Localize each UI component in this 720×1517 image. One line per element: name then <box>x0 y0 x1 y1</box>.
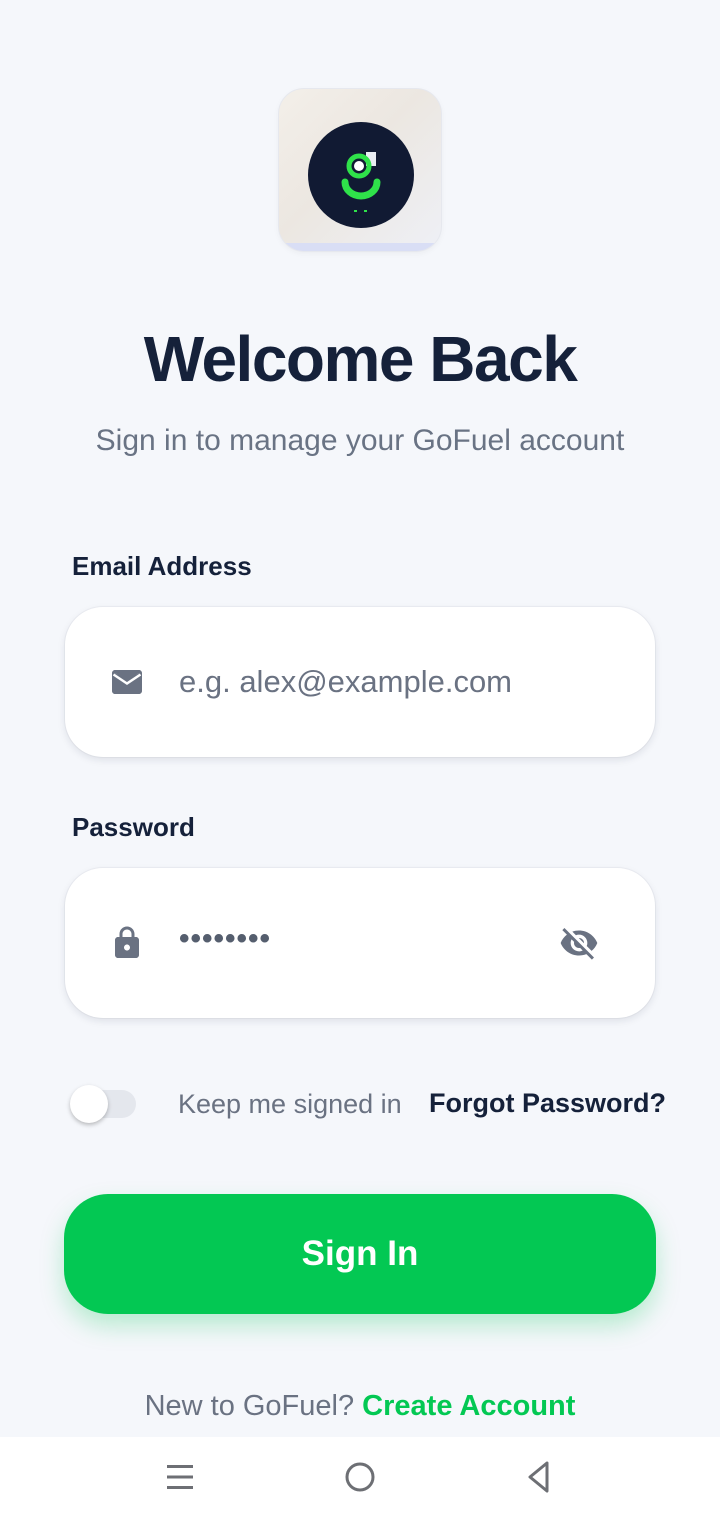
gofuel-logo-icon <box>308 122 414 228</box>
page-title: Welcome Back <box>143 323 578 395</box>
forgot-password-link[interactable]: Forgot Password? <box>429 1088 666 1119</box>
password-input[interactable]: •••••••• <box>179 922 271 956</box>
lock-icon <box>115 926 139 958</box>
keep-signed-in-label: Keep me signed in <box>178 1089 402 1119</box>
sign-in-button[interactable]: Sign In <box>64 1194 656 1314</box>
back-triangle-icon[interactable] <box>517 1455 561 1499</box>
logo-shadow-band <box>279 243 441 251</box>
create-account-row: New to GoFuel? Create Account <box>0 1390 720 1423</box>
eye-off-icon[interactable] <box>559 923 599 963</box>
menu-icon[interactable] <box>158 1455 202 1499</box>
password-label: Password <box>72 812 195 842</box>
page-subtitle: Sign in to manage your GoFuel account <box>95 424 625 457</box>
create-account-link[interactable]: Create Account <box>362 1390 575 1422</box>
app-logo <box>278 88 442 252</box>
new-user-prompt: New to GoFuel? <box>144 1390 355 1422</box>
keep-signed-in-toggle[interactable] <box>70 1085 136 1123</box>
email-label: Email Address <box>72 551 252 581</box>
email-input[interactable] <box>179 657 579 707</box>
mail-icon <box>112 670 142 694</box>
password-field-container[interactable]: •••••••• <box>65 868 655 1018</box>
toggle-knob <box>70 1085 108 1123</box>
system-navigation-bar <box>0 1437 720 1517</box>
email-field-container[interactable] <box>65 607 655 757</box>
home-circle-icon[interactable] <box>338 1455 382 1499</box>
